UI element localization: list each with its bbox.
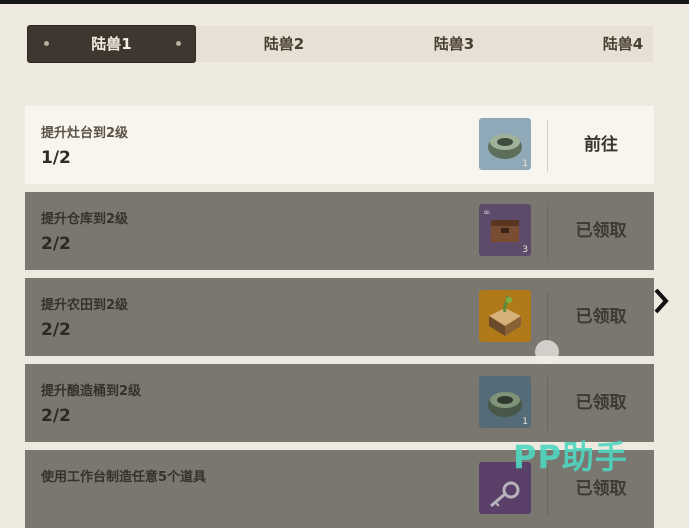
touch-indicator [535,340,559,364]
wooden-chest-icon: ∞ 3 [479,204,531,256]
task-title: 使用工作台制造任意5个道具 [41,470,207,485]
task-title: 提升酿造桶到2级 [41,384,142,399]
stone-cauldron-icon: 1 [479,376,531,428]
task-row: 提升仓库到2级 2/2 ∞ 3 已领取 [25,192,654,270]
tab-land-beast-4[interactable]: 陆兽4 [540,26,689,62]
tab-label: 陆兽2 [263,35,305,53]
task-title: 提升农田到2级 [41,298,129,313]
reward-qty: 1 [522,159,528,169]
svg-text:∞: ∞ [483,208,491,218]
claimed-button[interactable]: 已领取 [548,364,654,442]
tab-land-beast-3[interactable]: 陆兽3 [370,26,538,62]
goto-button[interactable]: 前往 [548,106,654,184]
tab-label: 陆兽1 [91,35,132,53]
reward-qty: 1 [522,417,528,427]
task-progress: 1/2 [41,148,71,168]
task-progress: 2/2 [41,234,71,254]
task-progress: 2/2 [41,320,71,340]
watermark-logo: PP助手 [513,438,628,476]
claimed-button[interactable]: 已领取 [548,192,654,270]
tab-dot-left [44,41,49,46]
task-row: 提升农田到2级 2/2 已领取 [25,278,654,356]
top-bar [0,0,689,4]
task-row: 提升酿造桶到2级 2/2 1 已领取 [25,364,654,442]
tab-land-beast-1[interactable]: 陆兽1 [28,26,195,62]
tab-bar: 陆兽1 陆兽2 陆兽3 陆兽4 [28,26,653,62]
stone-cauldron-icon: 1 [479,118,531,170]
task-title: 提升灶台到2级 [41,126,129,141]
tab-label: 陆兽3 [433,35,475,53]
claimed-button[interactable]: 已领取 [548,278,654,356]
chevron-right-icon[interactable] [652,284,672,318]
tab-dot-right [176,41,181,46]
seed-crate-icon [479,290,531,342]
tab-label: 陆兽4 [602,35,644,53]
task-progress: 2/2 [41,406,71,426]
task-title: 提升仓库到2级 [41,212,129,227]
task-row: 提升灶台到2级 1/2 1 前往 [25,106,654,184]
tab-land-beast-2[interactable]: 陆兽2 [200,26,368,62]
reward-qty: 3 [522,245,528,255]
